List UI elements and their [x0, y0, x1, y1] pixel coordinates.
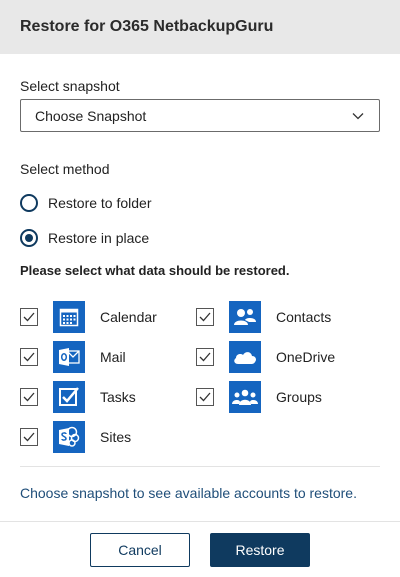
- sharepoint-sites-icon: [53, 421, 85, 453]
- chevron-down-icon: [352, 113, 364, 120]
- checkbox[interactable]: [20, 348, 38, 366]
- data-item-label: Groups: [276, 389, 322, 405]
- check-icon: [23, 312, 35, 322]
- snapshot-select-value: Choose Snapshot: [35, 107, 147, 124]
- radio-restore-in-place[interactable]: Restore in place: [20, 227, 149, 249]
- divider: [20, 466, 380, 467]
- checkbox[interactable]: [196, 388, 214, 406]
- calendar-icon: [53, 301, 85, 333]
- checkbox[interactable]: [20, 388, 38, 406]
- dialog-header: Restore for O365 NetbackupGuru: [0, 0, 400, 54]
- radio-button[interactable]: [20, 194, 38, 212]
- method-label: Select method: [20, 161, 110, 177]
- data-item-label: Tasks: [100, 389, 136, 405]
- data-item-label: Mail: [100, 349, 126, 365]
- groups-icon: [229, 381, 261, 413]
- data-item-label: Sites: [100, 429, 132, 445]
- contacts-icon: [229, 301, 261, 333]
- radio-button-checked[interactable]: [20, 229, 38, 247]
- radio-label: Restore to folder: [48, 195, 152, 211]
- outlook-mail-icon: [53, 341, 85, 373]
- data-item-groups[interactable]: Groups: [196, 381, 322, 413]
- data-item-sites[interactable]: Sites: [20, 421, 131, 453]
- check-icon: [23, 392, 35, 402]
- data-item-mail[interactable]: Mail: [20, 341, 126, 373]
- checkbox[interactable]: [196, 308, 214, 326]
- snapshot-label: Select snapshot: [20, 78, 120, 94]
- cancel-button[interactable]: Cancel: [90, 533, 190, 567]
- data-item-label: Contacts: [276, 309, 332, 325]
- radio-label: Restore in place: [48, 230, 150, 246]
- footer-divider: [0, 521, 400, 522]
- data-item-label: OneDrive: [276, 349, 336, 365]
- checkbox[interactable]: [20, 428, 38, 446]
- snapshot-select[interactable]: Choose Snapshot: [20, 99, 380, 132]
- dialog-title: Restore for O365 NetbackupGuru: [20, 18, 274, 35]
- data-item-calendar[interactable]: Calendar: [20, 301, 157, 333]
- onedrive-icon: [229, 341, 261, 373]
- tasks-icon: [53, 381, 85, 413]
- check-icon: [23, 352, 35, 362]
- info-message: Choose snapshot to see available account…: [20, 485, 357, 501]
- data-item-tasks[interactable]: Tasks: [20, 381, 136, 413]
- data-section-heading: Please select what data should be restor…: [20, 263, 290, 278]
- restore-button[interactable]: Restore: [210, 533, 310, 567]
- radio-restore-to-folder[interactable]: Restore to folder: [20, 192, 152, 214]
- check-icon: [199, 312, 211, 322]
- checkbox[interactable]: [196, 348, 214, 366]
- data-item-contacts[interactable]: Contacts: [196, 301, 331, 333]
- checkbox[interactable]: [20, 308, 38, 326]
- check-icon: [23, 432, 35, 442]
- data-item-label: Calendar: [100, 309, 157, 325]
- check-icon: [199, 392, 211, 402]
- data-item-onedrive[interactable]: OneDrive: [196, 341, 335, 373]
- check-icon: [199, 352, 211, 362]
